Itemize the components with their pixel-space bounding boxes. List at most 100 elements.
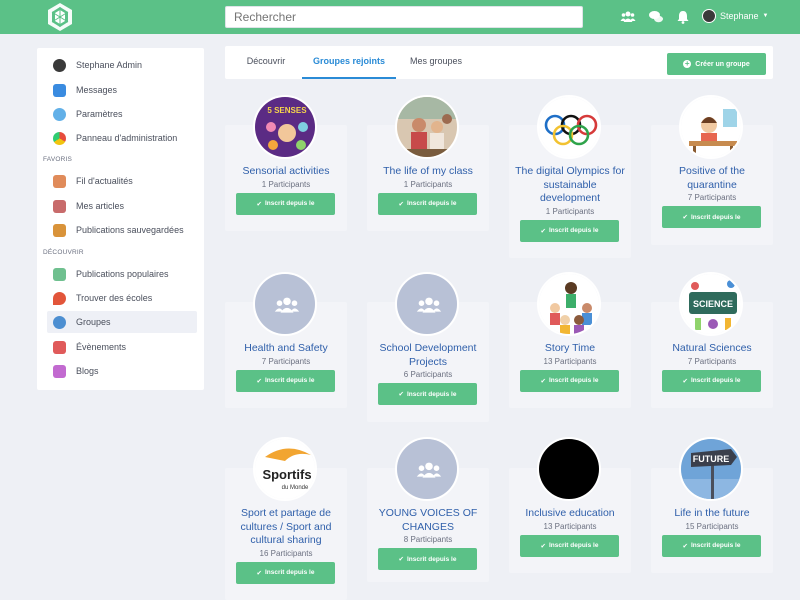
users-group-icon bbox=[416, 297, 442, 313]
joined-button[interactable]: ✔ Inscrit depuis le bbox=[236, 192, 335, 215]
group-title[interactable]: Inclusive education bbox=[513, 507, 627, 521]
group-image[interactable] bbox=[395, 272, 459, 336]
group-image[interactable] bbox=[395, 95, 459, 159]
group-title[interactable]: Life in the future bbox=[655, 507, 769, 521]
joined-label: Inscrit depuis le bbox=[690, 377, 741, 384]
user-avatar bbox=[702, 9, 716, 23]
check-icon: ✔ bbox=[398, 391, 404, 398]
gears-icon bbox=[53, 107, 66, 121]
joined-button[interactable]: ✔ Inscrit depuis le bbox=[236, 369, 335, 392]
sidebar-item-groups[interactable]: Groupes bbox=[47, 311, 197, 333]
messages-icon[interactable] bbox=[648, 9, 664, 25]
group-title[interactable]: YOUNG VOICES OF CHANGES bbox=[371, 507, 485, 534]
sidebar-item-messages[interactable]: Messages bbox=[47, 79, 197, 101]
articles-icon bbox=[53, 199, 66, 213]
check-icon: ✔ bbox=[682, 214, 688, 221]
newsfeed-icon bbox=[53, 174, 66, 188]
tab-my-groups[interactable]: Mes groupes bbox=[401, 46, 471, 79]
group-title[interactable]: Positive of the quarantine bbox=[655, 165, 769, 192]
participants-count: 1 Participants bbox=[403, 179, 453, 189]
joined-button[interactable]: ✔ Inscrit depuis le bbox=[378, 192, 477, 215]
joined-button[interactable]: ✔ Inscrit depuis le bbox=[520, 534, 619, 557]
participants-count: 13 Participants bbox=[543, 521, 597, 531]
group-title[interactable]: The digital Olympics for sustainable dev… bbox=[513, 165, 627, 206]
joined-button[interactable]: ✔ Inscrit depuis le bbox=[236, 561, 335, 584]
group-title[interactable]: Story Time bbox=[513, 342, 627, 356]
sidebar-item-blogs[interactable]: Blogs bbox=[47, 360, 197, 382]
group-image[interactable]: FUTURE bbox=[679, 437, 743, 501]
sidebar-item-label: Stephane Admin bbox=[76, 60, 143, 70]
group-image[interactable]: Sportifs du Monde bbox=[253, 437, 317, 501]
sidebar-item-popular-posts[interactable]: Publications populaires bbox=[47, 263, 197, 285]
check-icon: ✔ bbox=[682, 377, 688, 385]
create-group-button[interactable]: + Créer un groupe bbox=[667, 53, 766, 75]
group-title[interactable]: Sport et partage de cultures / Sport and… bbox=[229, 507, 343, 548]
joined-label: Inscrit depuis le bbox=[548, 227, 599, 234]
map-pin-icon bbox=[53, 291, 66, 305]
check-icon: ✔ bbox=[540, 542, 546, 550]
notifications-bell-icon[interactable] bbox=[675, 9, 691, 25]
joined-label: Inscrit depuis le bbox=[406, 390, 457, 398]
group-image[interactable]: 5 SENSES bbox=[253, 95, 317, 159]
sidebar-item-profile[interactable]: Stephane Admin bbox=[47, 54, 197, 76]
joined-button[interactable]: ✔ Inscrit depuis le bbox=[378, 383, 477, 405]
group-title[interactable]: Sensorial activities bbox=[229, 165, 343, 179]
group-title[interactable]: Health and Safety bbox=[229, 342, 343, 356]
joined-button[interactable]: ✔ Inscrit depuis le bbox=[520, 219, 619, 242]
joined-button[interactable]: ✔ Inscrit depuis le bbox=[662, 206, 761, 228]
sidebar-item-label: Blogs bbox=[76, 366, 99, 376]
user-menu[interactable]: Stephane ▼ bbox=[702, 9, 769, 23]
sidebar-item-events[interactable]: Évènements bbox=[47, 336, 197, 358]
check-icon: ✔ bbox=[540, 227, 546, 235]
participants-count: 7 Participants bbox=[687, 193, 737, 202]
participants-count: 8 Participants bbox=[403, 535, 453, 544]
sidebar-item-admin-panel[interactable]: Panneau d'administration bbox=[47, 127, 197, 149]
joined-button[interactable]: ✔ Inscrit depuis le bbox=[378, 548, 477, 570]
site-logo-icon[interactable] bbox=[44, 1, 76, 33]
joined-button[interactable]: ✔ Inscrit depuis le bbox=[520, 369, 619, 392]
create-group-label: Créer un groupe bbox=[695, 60, 750, 68]
sidebar-item-find-schools[interactable]: Trouver des écoles bbox=[47, 287, 197, 309]
sidebar-item-label: Mes articles bbox=[76, 201, 125, 211]
section-heading-favoris: FAVORIS bbox=[43, 156, 73, 163]
group-image[interactable] bbox=[537, 437, 601, 501]
participants-count: 15 Participants bbox=[685, 521, 739, 531]
group-image[interactable] bbox=[537, 272, 601, 336]
section-heading-decouvrir: DÉCOUVRIR bbox=[43, 249, 84, 256]
joined-button[interactable]: ✔ Inscrit depuis le bbox=[662, 534, 761, 557]
joined-button[interactable]: ✔ Inscrit depuis le bbox=[662, 369, 761, 392]
du-monde-text: du Monde bbox=[282, 485, 309, 491]
sidebar-item-my-articles[interactable]: Mes articles bbox=[47, 195, 197, 217]
joined-label: Inscrit depuis le bbox=[406, 200, 457, 207]
sidebar-item-label: Messages bbox=[76, 85, 118, 95]
group-image[interactable] bbox=[395, 437, 459, 501]
sidebar-item-newsfeed[interactable]: Fil d'actualités bbox=[47, 170, 197, 192]
search-input[interactable] bbox=[225, 6, 583, 28]
group-image[interactable] bbox=[253, 272, 317, 336]
participants-count: 6 Participants bbox=[403, 370, 453, 379]
plus-circle-icon: + bbox=[683, 59, 692, 68]
group-title[interactable]: School Development Projects bbox=[371, 342, 485, 369]
tab-joined-groups[interactable]: Groupes rejoints bbox=[302, 46, 396, 79]
users-group-icon bbox=[274, 297, 300, 313]
group-image[interactable] bbox=[679, 95, 743, 159]
tab-discover[interactable]: Découvrir bbox=[235, 46, 297, 79]
friends-icon[interactable] bbox=[620, 9, 636, 25]
participants-count: 7 Participants bbox=[261, 356, 311, 366]
science-text: SCIENCE bbox=[693, 299, 733, 309]
sidebar-item-saved-posts[interactable]: Publications sauvegardées bbox=[47, 219, 197, 241]
senses-text: 5 SENSES bbox=[267, 106, 307, 115]
check-icon: ✔ bbox=[540, 377, 546, 385]
check-icon: ✔ bbox=[256, 377, 262, 385]
participants-count: 13 Participants bbox=[543, 356, 597, 366]
group-image[interactable] bbox=[537, 95, 601, 159]
grid-icon bbox=[53, 267, 66, 281]
sidebar-item-settings[interactable]: Paramètres bbox=[47, 103, 197, 125]
group-title[interactable]: Natural Sciences bbox=[655, 342, 769, 356]
group-image[interactable]: SCIENCE bbox=[679, 272, 743, 336]
participants-count: 1 Participants bbox=[545, 206, 595, 216]
chat-bubble-icon bbox=[53, 83, 66, 97]
future-text: FUTURE bbox=[693, 454, 730, 464]
group-title[interactable]: The life of my class bbox=[371, 165, 485, 179]
sidebar-item-label: Paramètres bbox=[76, 109, 123, 119]
